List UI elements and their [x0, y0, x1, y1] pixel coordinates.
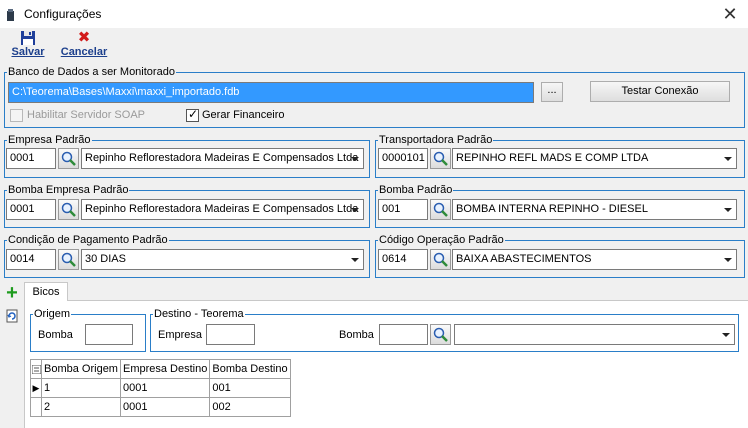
grid-indicator-header [30, 359, 42, 379]
bicos-grid: Bomba Origem Empresa Destino Bomba Desti… [30, 359, 291, 417]
row-pointer-icon: ▶ [30, 378, 42, 398]
row-indicator [30, 397, 42, 417]
condicao-pagamento-title: Condição de Pagamento Padrão [7, 233, 169, 247]
destino-empresa-input[interactable] [206, 324, 255, 345]
transportadora-padrao-name: REPINHO REFL MADS E COMP LTDA [456, 152, 649, 164]
magnifier-icon [433, 202, 448, 217]
database-path-input[interactable]: C:\Teorema\Bases\Maxxi\maxxi_importado.f… [8, 82, 534, 103]
empresa-padrao-lookup-button[interactable] [58, 148, 79, 169]
transportadora-padrao-code-input[interactable]: 0000101 [378, 148, 428, 169]
floppy-icon [21, 31, 35, 45]
transportadora-padrao-select[interactable]: REPINHO REFL MADS E COMP LTDA [452, 148, 737, 169]
grid-col-header[interactable]: Bomba Destino [209, 359, 291, 379]
save-button[interactable]: Salvar [8, 30, 48, 60]
origem-bomba-label: Bomba [38, 329, 73, 341]
magnifier-icon [61, 151, 76, 166]
transportadora-padrao-lookup-button[interactable] [430, 148, 451, 169]
grid-col-header[interactable]: Empresa Destino [119, 359, 211, 379]
magnifier-icon [61, 252, 76, 267]
destino-bomba-label: Bomba [339, 329, 374, 341]
cancel-button[interactable]: ✖ Cancelar [58, 30, 110, 60]
grid-cell[interactable]: 002 [209, 397, 291, 417]
transportadora-padrao-title: Transportadora Padrão [378, 133, 494, 147]
bomba-empresa-padrao-title: Bomba Empresa Padrão [7, 183, 130, 197]
empresa-padrao-select[interactable]: Repinho Reflorestadora Madeiras E Compen… [81, 148, 364, 169]
window-title: Configurações [24, 7, 102, 21]
magnifier-icon [433, 252, 448, 267]
bomba-empresa-padrao-lookup-button[interactable] [58, 199, 79, 220]
origem-bomba-input[interactable] [85, 324, 133, 345]
bomba-padrao-code-input[interactable]: 001 [378, 199, 428, 220]
bomba-empresa-padrao-code-input[interactable]: 0001 [6, 199, 56, 220]
financeiro-label: Gerar Financeiro [202, 109, 285, 121]
bomba-padrao-lookup-button[interactable] [430, 199, 451, 220]
browse-button[interactable]: ... [541, 82, 563, 102]
chevron-down-icon [351, 157, 359, 161]
title-bar: Configurações ✕ [0, 0, 748, 28]
destino-bomba-lookup-button[interactable] [430, 324, 451, 345]
grid-menu-icon [31, 364, 41, 374]
destino-bomba-select[interactable] [454, 324, 735, 345]
magnifier-icon [433, 327, 448, 342]
origem-title: Origem [33, 307, 72, 321]
soap-checkbox[interactable] [10, 109, 23, 122]
empresa-padrao-code-input[interactable]: 0001 [6, 148, 56, 169]
soap-label: Habilitar Servidor SOAP [27, 109, 145, 121]
grid-header-row: Bomba Origem Empresa Destino Bomba Desti… [30, 359, 291, 379]
plus-icon[interactable]: + [4, 283, 20, 303]
chevron-down-icon [724, 157, 732, 161]
destino-empresa-label: Empresa [158, 329, 203, 341]
chevron-down-icon [722, 333, 730, 337]
condicao-pagamento-lookup-button[interactable] [58, 249, 79, 270]
bomba-padrao-name: BOMBA INTERNA REPINHO - DIESEL [456, 203, 648, 215]
table-row[interactable]: 2 0001 002 [30, 397, 291, 417]
codigo-operacao-lookup-button[interactable] [430, 249, 451, 270]
chevron-down-icon [351, 258, 359, 262]
table-row[interactable]: ▶ 1 0001 001 [30, 378, 291, 398]
tab-bicos[interactable]: Bicos [24, 282, 68, 301]
refresh-icon[interactable] [4, 308, 20, 324]
bomba-padrao-title: Bomba Padrão [378, 183, 454, 197]
empresa-padrao-title: Empresa Padrão [7, 133, 92, 147]
codigo-operacao-code-input[interactable]: 0614 [378, 249, 428, 270]
codigo-operacao-select[interactable]: BAIXA ABASTECIMENTOS [452, 249, 737, 270]
app-icon [7, 9, 14, 21]
bomba-padrao-select[interactable]: BOMBA INTERNA REPINHO - DIESEL [452, 199, 737, 220]
chevron-down-icon [351, 208, 359, 212]
chevron-down-icon [724, 258, 732, 262]
grid-cell[interactable]: 1 [41, 378, 121, 398]
database-group-title: Banco de Dados a ser Monitorado [7, 65, 176, 79]
magnifier-icon [433, 151, 448, 166]
financeiro-checkbox[interactable]: ✓ [186, 107, 199, 122]
grid-cell[interactable]: 0001 [119, 397, 211, 417]
destino-title: Destino - Teorema [153, 307, 245, 321]
grid-cell[interactable]: 001 [209, 378, 291, 398]
cancel-label: Cancelar [60, 46, 108, 58]
save-label: Salvar [11, 46, 45, 58]
grid-cell[interactable]: 0001 [119, 378, 211, 398]
condicao-pagamento-select[interactable]: 30 DIAS [81, 249, 364, 270]
magnifier-icon [61, 202, 76, 217]
tab-bicos-label: Bicos [32, 286, 60, 298]
x-icon: ✖ [77, 29, 91, 46]
codigo-operacao-title: Código Operação Padrão [378, 233, 505, 247]
chevron-down-icon [724, 208, 732, 212]
test-connection-button[interactable]: Testar Conexão [590, 81, 730, 102]
destino-bomba-input[interactable] [379, 324, 428, 345]
close-icon[interactable]: ✕ [717, 3, 743, 25]
empresa-padrao-name: Repinho Reflorestadora Madeiras E Compen… [85, 152, 359, 164]
bomba-empresa-padrao-select[interactable]: Repinho Reflorestadora Madeiras E Compen… [81, 199, 364, 220]
condicao-pagamento-name: 30 DIAS [85, 253, 126, 265]
condicao-pagamento-code-input[interactable]: 0014 [6, 249, 56, 270]
grid-col-header[interactable]: Bomba Origem [41, 359, 121, 379]
bomba-empresa-padrao-name: Repinho Reflorestadora Madeiras E Compen… [85, 203, 359, 215]
grid-cell[interactable]: 2 [41, 397, 121, 417]
codigo-operacao-name: BAIXA ABASTECIMENTOS [456, 253, 592, 265]
